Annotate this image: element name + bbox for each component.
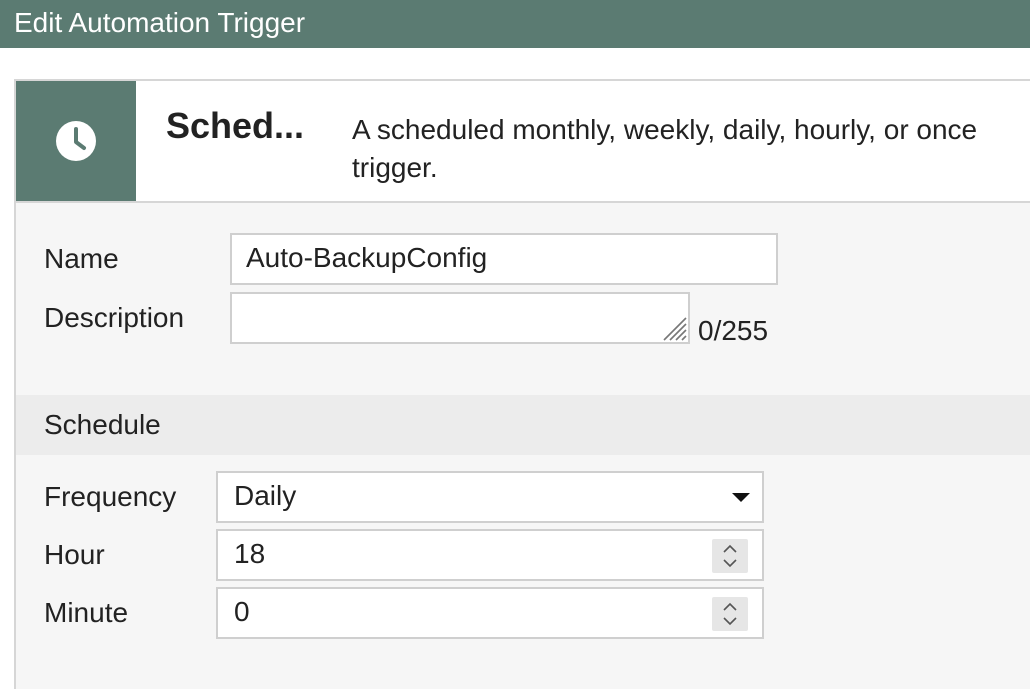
frequency-selected-value: Daily [234,480,297,511]
name-input[interactable]: Auto-BackupConfig [230,233,778,285]
trigger-type-name: Sched... [166,105,305,146]
description-textarea[interactable] [230,292,690,344]
hour-input[interactable]: 18 [216,529,764,581]
clock-icon [56,121,96,161]
minute-label: Minute [44,597,129,628]
description-char-counter: 0/255 [698,315,769,346]
trigger-type-icon-box [16,81,136,201]
resize-handle-icon[interactable] [662,316,688,342]
trigger-panel: Sched... A scheduled monthly, weekly, da… [14,79,1030,689]
stepper-up-icon[interactable] [723,599,737,614]
minute-stepper[interactable] [712,597,748,631]
stepper-up-icon[interactable] [723,541,737,556]
hour-label: Hour [44,539,105,570]
hour-value: 18 [234,538,266,569]
trigger-type-header: Sched... A scheduled monthly, weekly, da… [16,81,1030,203]
schedule-section-title: Schedule [44,409,161,440]
name-label: Name [44,243,119,274]
frequency-label: Frequency [44,481,177,512]
trigger-type-description: A scheduled monthly, weekly, daily, hour… [352,114,978,183]
stepper-down-icon[interactable] [723,556,737,571]
frequency-select[interactable]: Daily [216,471,764,523]
schedule-section-header: Schedule [16,395,1030,455]
minute-value: 0 [234,596,250,627]
minute-input[interactable]: 0 [216,587,764,639]
stepper-down-icon[interactable] [723,614,737,629]
dialog-title: Edit Automation Trigger [0,0,1030,48]
description-label: Description [44,302,185,333]
chevron-down-icon [732,493,750,502]
hour-stepper[interactable] [712,539,748,573]
